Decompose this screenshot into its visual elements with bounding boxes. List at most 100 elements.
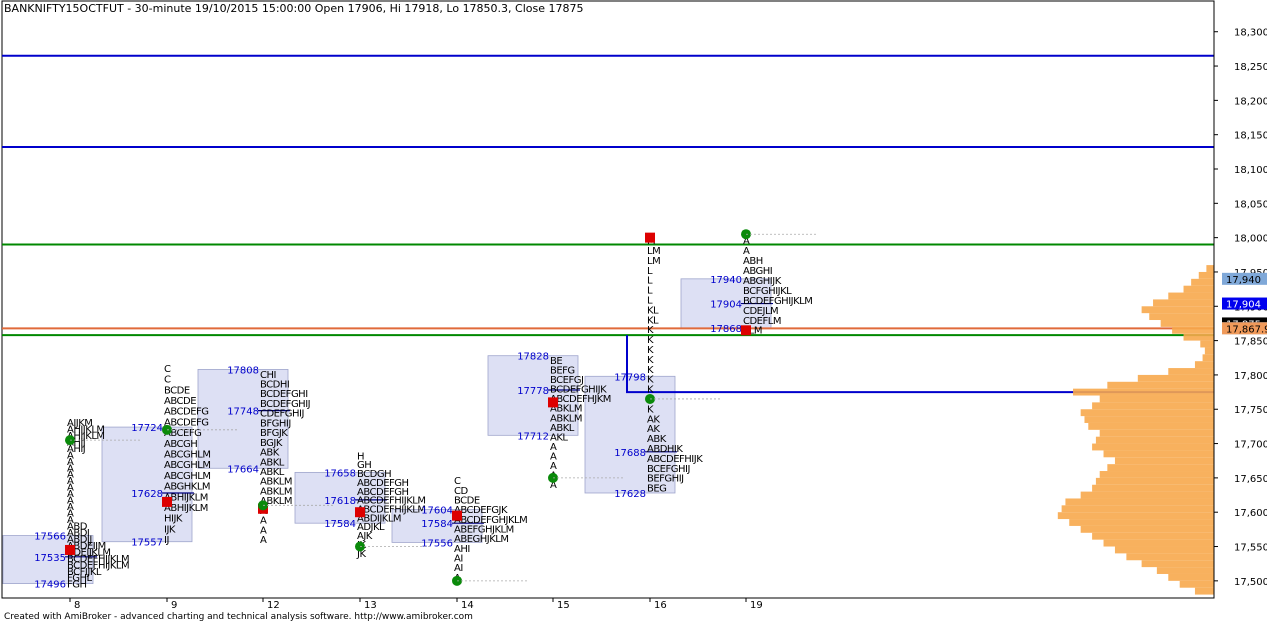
volume-profile-bar <box>1080 491 1214 499</box>
vah-label: 17798 <box>614 372 646 383</box>
volume-profile-bar <box>1141 560 1214 568</box>
volume-profile-bar <box>1194 361 1214 369</box>
tpo-row: ABK <box>260 448 280 459</box>
volume-profile-bar <box>1179 580 1214 588</box>
tpo-row: AI <box>454 553 463 564</box>
open-marker <box>162 496 172 507</box>
tpo-row: ABKL <box>550 423 575 434</box>
vah-label: 17940 <box>710 275 742 286</box>
tpo-row: BCDEFGHI <box>260 389 308 400</box>
x-tick-label: 15 <box>557 600 570 611</box>
tpo-row: AI <box>454 563 463 574</box>
tpo-row: ABGHIJK <box>743 276 782 287</box>
tpo-row: BCEFGHIJ <box>647 464 690 475</box>
volume-profile-bar <box>1206 265 1214 272</box>
volume-profile-bar <box>1092 443 1214 451</box>
tpo-row: IJ <box>164 535 169 546</box>
price-badge-label: 17,867.9 <box>1226 324 1267 335</box>
y-tick-label: 18,300 <box>1234 28 1267 39</box>
tpo-row: CD <box>454 486 468 497</box>
volume-profile-bar <box>1088 422 1214 430</box>
y-tick-label: 17,550 <box>1234 543 1267 554</box>
tpo-row: LM <box>647 246 660 257</box>
tpo-row: K <box>647 325 654 336</box>
tpo-row: BCDEFGHIJ <box>260 399 310 410</box>
vah-label: 17808 <box>227 365 259 376</box>
tpo-row: BEFGHIJ <box>647 474 684 485</box>
volume-profile-bar <box>1103 539 1214 547</box>
y-tick-label: 18,150 <box>1234 131 1267 142</box>
tpo-row: CHI <box>260 370 276 381</box>
tpo-row: BFGHIJ <box>260 418 291 429</box>
val-label: 17556 <box>421 538 453 549</box>
volume-profile-bar <box>1204 347 1214 355</box>
tpo-row: ABCDEFGHJKLM <box>454 515 527 526</box>
volume-profile-bar <box>1156 567 1214 574</box>
tpo-row: K <box>647 375 654 386</box>
tpo-row: LM <box>647 256 660 267</box>
volume-profile-bar <box>1137 374 1214 382</box>
tpo-row: KL <box>647 315 659 326</box>
x-tick-label: 13 <box>364 600 377 611</box>
val-label: 17584 <box>324 519 356 530</box>
x-tick-label: 12 <box>267 600 280 611</box>
volume-profile-bar <box>1099 429 1214 437</box>
tpo-row: K <box>647 385 654 396</box>
volume-profile-bar <box>1069 519 1214 526</box>
tpo-row: BCDE <box>454 495 480 506</box>
volume-profile-bar <box>1092 402 1214 410</box>
chart-title: BANKNIFTY15OCTFUT - 30-minute 19/10/2015… <box>4 2 584 15</box>
y-tick-label: 17,800 <box>1234 371 1267 382</box>
volume-profile-bar <box>1073 388 1214 396</box>
tpo-row: ABCGH <box>164 439 197 450</box>
tpo-row: AK <box>647 424 660 435</box>
tpo-row: IJK <box>164 524 176 535</box>
tpo-row: ABCGHLM <box>164 460 210 471</box>
tpo-row: ABKLM <box>550 413 582 424</box>
volume-profile-bar <box>1183 333 1214 341</box>
volume-profile-bar <box>1107 464 1214 472</box>
tpo-row: ABCDEFG <box>164 407 209 418</box>
open-marker <box>741 325 751 336</box>
tpo-row: ABKLM <box>260 477 292 488</box>
vah-label: 17724 <box>131 423 163 434</box>
tpo-row: ABCGHLM <box>164 471 210 482</box>
volume-profile-bar <box>1202 354 1214 362</box>
tpo-row: BGJK <box>260 438 283 449</box>
y-tick-label: 18,200 <box>1234 96 1267 107</box>
tpo-row: C <box>454 476 461 487</box>
tpo-row: K <box>647 365 654 376</box>
tpo-row: ABH <box>743 256 763 267</box>
tpo-row: K <box>647 345 654 356</box>
tpo-row: ABK <box>647 434 667 445</box>
volume-profile-bar <box>1095 436 1214 444</box>
tpo-row: A <box>550 461 557 472</box>
tpo-row: KL <box>647 305 659 316</box>
volume-profile-bar <box>1194 587 1214 595</box>
open-marker <box>65 544 75 555</box>
y-tick-label: 17,600 <box>1234 508 1267 519</box>
volume-profile-bar <box>1168 573 1214 581</box>
footer-credit: Created with AmiBroker - advanced charti… <box>4 612 473 622</box>
val-label: 17712 <box>517 431 549 442</box>
volume-profile-bar <box>1092 532 1214 540</box>
chart-canvas: 175661753517496 FGHFGHLBCFIJKLBCDEFHIJKLM… <box>1 0 1267 611</box>
tpo-row: A <box>260 535 267 546</box>
tpo-row: ABKL <box>260 457 285 468</box>
tpo-row: H <box>357 451 364 462</box>
tpo-row: BCDEFGHIJKLM <box>743 296 812 307</box>
tpo-row: BCDE <box>164 385 190 396</box>
tpo-row: BCEFGJ <box>550 375 583 386</box>
y-tick-label: 17,850 <box>1234 337 1267 348</box>
tpo-row: BEFG <box>550 365 575 376</box>
tpo-row: K <box>647 355 654 366</box>
tpo-row: K <box>647 335 654 346</box>
poc-label: 17535 <box>34 553 66 564</box>
volume-profile-bar <box>1141 306 1214 314</box>
tpo-row: ABCDE <box>164 396 196 407</box>
poc-label: 17904 <box>710 300 742 311</box>
y-tick-label: 17,500 <box>1234 577 1267 588</box>
vah-label: 17566 <box>34 532 66 543</box>
poc-label: 17584 <box>421 519 453 530</box>
y-tick-label: 18,250 <box>1234 62 1267 73</box>
